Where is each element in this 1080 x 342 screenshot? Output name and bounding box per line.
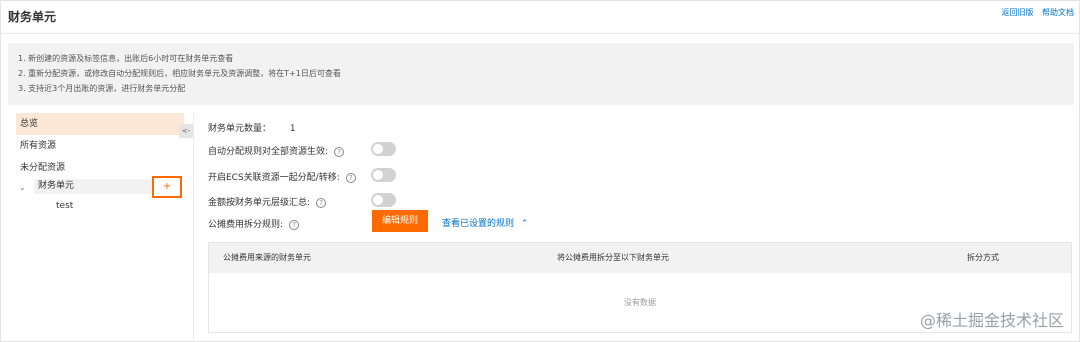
notice-box: 1. 新创建的资源及标签信息，出账后6小时可在财务单元查看 2. 重新分配资源，… — [8, 43, 1074, 105]
sidebar-item-test[interactable]: test — [56, 201, 73, 211]
back-to-old-version-link[interactable]: 返回旧版 — [1001, 8, 1033, 17]
add-finance-unit-button[interactable]: + — [152, 176, 182, 198]
count-value: 1 — [289, 124, 296, 134]
count-label: 财务单元数量： — [208, 124, 272, 134]
sidebar-item-finance-unit: ⌄ 财务单元 + — [16, 176, 184, 199]
auto-rule-label: 自动分配规则对全部资源生效: — [208, 147, 329, 157]
sidebar-item-overview[interactable]: 总览 — [16, 113, 184, 135]
sidebar-item-all-resources[interactable]: 所有资源 — [16, 135, 184, 157]
help-icon[interactable]: ? — [345, 172, 356, 183]
column-header-target: 将公摊费用拆分至以下财务单元 — [557, 253, 669, 262]
top-links: 返回旧版 帮助文档 — [995, 7, 1074, 18]
ecs-toggle[interactable] — [371, 168, 396, 182]
view-rules-label: 查看已设置的规则 — [442, 219, 515, 229]
sidebar-tree: 总览 所有资源 未分配资源 ⌄ 财务单元 + test — [16, 113, 184, 211]
auto-rule-row: 自动分配规则对全部资源生效:? — [208, 144, 345, 157]
split-row: 公摊费用拆分规则:? — [208, 217, 300, 230]
ecs-row: 开启ECS关联资源一起分配/转移:? — [208, 170, 356, 183]
amount-toggle[interactable] — [371, 193, 396, 207]
help-icon[interactable]: ? — [316, 197, 327, 208]
column-header-source: 公摊费用来源的财务单元 — [223, 253, 311, 262]
help-docs-link[interactable]: 帮助文档 — [1042, 8, 1074, 17]
finance-unit-label[interactable]: 财务单元 — [34, 179, 152, 194]
edit-rule-button[interactable]: 编辑规则 — [372, 210, 428, 232]
chevron-up-icon: ⌃ — [520, 219, 529, 229]
sidebar-divider — [193, 113, 194, 342]
header-divider — [0, 33, 1080, 34]
chevron-down-icon[interactable]: ⌄ — [19, 183, 26, 192]
table-header: 公摊费用来源的财务单元 将公摊费用拆分至以下财务单元 拆分方式 — [209, 243, 1071, 273]
auto-rule-toggle[interactable] — [371, 142, 396, 156]
page-title: 财务单元 — [8, 10, 57, 24]
view-rules-link[interactable]: 查看已设置的规则 ⌃ — [442, 216, 528, 229]
amount-label: 金额按财务单元层级汇总: — [208, 198, 311, 208]
amount-row: 金额按财务单元层级汇总:? — [208, 195, 327, 208]
notice-line-2: 2. 重新分配资源，或修改自动分配规则后，相应财务单元及资源调整，将在T+1日后… — [18, 69, 341, 78]
help-icon[interactable]: ? — [334, 146, 345, 157]
column-header-method: 拆分方式 — [967, 253, 999, 262]
notice-line-3: 3. 支持近3个月出账的资源，进行财务单元分配 — [18, 84, 186, 93]
notice-line-1: 1. 新创建的资源及标签信息，出账后6小时可在财务单元查看 — [18, 54, 234, 63]
watermark: @稀土掘金技术社区 — [919, 311, 1064, 330]
ecs-label: 开启ECS关联资源一起分配/转移: — [208, 173, 340, 183]
collapse-sidebar-button[interactable]: <- — [179, 124, 193, 138]
help-icon[interactable]: ? — [289, 219, 300, 230]
split-label: 公摊费用拆分规则: — [208, 220, 284, 230]
count-row: 财务单元数量： 1 — [208, 121, 296, 134]
